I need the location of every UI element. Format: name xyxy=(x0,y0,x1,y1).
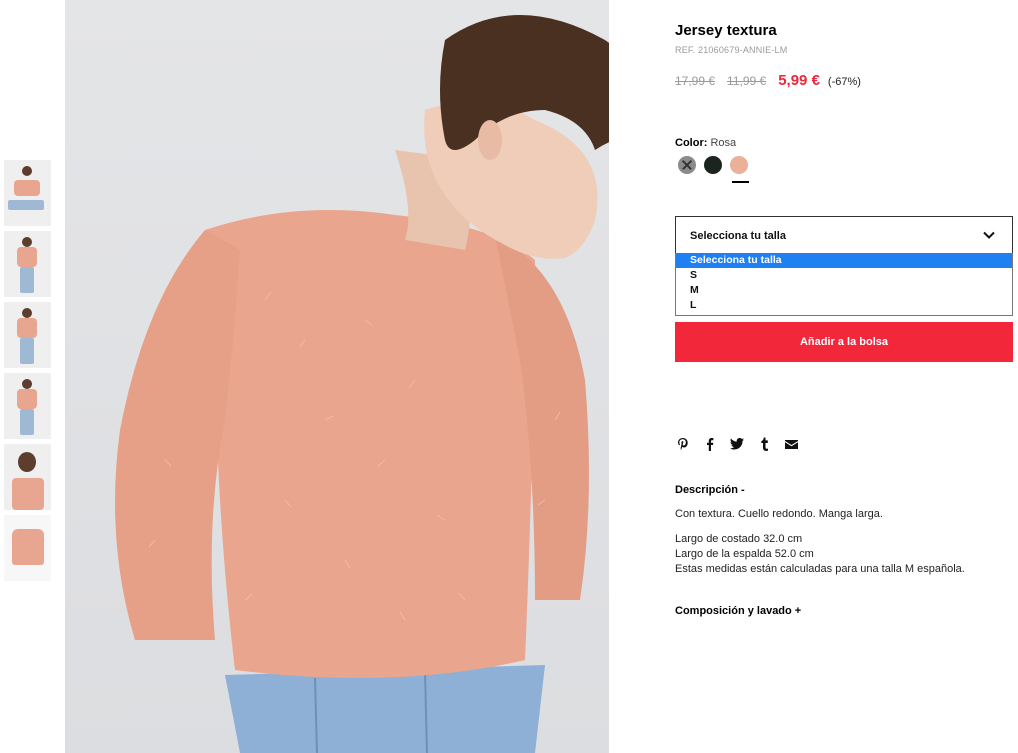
email-icon[interactable] xyxy=(783,436,799,452)
color-label-row: Color: Rosa xyxy=(675,137,736,149)
product-title: Jersey textura xyxy=(675,22,777,39)
color-swatches xyxy=(678,156,756,174)
measurement-note: Estas medidas están calculadas para una … xyxy=(675,563,965,575)
twitter-icon[interactable] xyxy=(729,436,745,452)
swatch-pink[interactable] xyxy=(730,156,748,174)
facebook-icon[interactable] xyxy=(702,436,718,452)
thumbnail-jeans xyxy=(8,200,44,210)
size-option-m[interactable]: M xyxy=(676,283,1012,298)
size-option-s[interactable]: S xyxy=(676,268,1012,283)
thumbnail-5[interactable] xyxy=(4,444,51,510)
measurement-back-length: Largo de la espalda 52.0 cm xyxy=(675,548,814,560)
thumbnail-jeans xyxy=(20,409,34,435)
description-summary: Con textura. Cuello redondo. Manga larga… xyxy=(675,508,883,520)
thumbnail-3[interactable] xyxy=(4,302,51,368)
color-label: Color: xyxy=(675,137,708,149)
tumblr-icon[interactable] xyxy=(756,436,772,452)
thumbnail-sweater xyxy=(12,529,44,565)
measurement-side-length: Largo de costado 32.0 cm xyxy=(675,533,803,545)
size-option[interactable]: Selecciona tu talla xyxy=(676,253,1012,268)
thumbnail-sweater xyxy=(17,247,37,267)
size-option-l[interactable]: L xyxy=(676,298,1012,313)
thumbnail-6[interactable] xyxy=(4,515,51,581)
thumbnail-jeans xyxy=(20,267,34,293)
description-measurements: Largo de costado 32.0 cm Largo de la esp… xyxy=(675,532,965,577)
thumbnail-jeans xyxy=(20,338,34,364)
discount-badge: (-67%) xyxy=(827,76,861,88)
thumbnail-figure xyxy=(22,379,32,389)
main-product-image[interactable] xyxy=(65,0,609,753)
price-previous: 11,99 € xyxy=(727,74,767,88)
composition-heading[interactable]: Composición y lavado + xyxy=(675,605,801,617)
swatch-grey-unavailable[interactable] xyxy=(678,156,696,174)
pinterest-icon[interactable] xyxy=(675,436,691,452)
thumbnail-list xyxy=(4,160,51,586)
price-row: 17,99 € 11,99 € 5,99 € (-67%) xyxy=(675,72,861,89)
thumbnail-2[interactable] xyxy=(4,231,51,297)
product-reference: REF. 21060679-ANNIE-LM xyxy=(675,45,788,55)
description-heading[interactable]: Descripción - xyxy=(675,484,745,496)
thumbnail-figure xyxy=(22,166,32,176)
thumbnail-1[interactable] xyxy=(4,160,51,226)
size-dropdown: Selecciona tu talla S M L xyxy=(675,253,1013,316)
thumbnail-figure xyxy=(18,452,36,472)
swatch-black[interactable] xyxy=(704,156,722,174)
thumbnail-figure xyxy=(22,237,32,247)
thumbnail-figure xyxy=(22,308,32,318)
thumbnail-sweater xyxy=(17,318,37,338)
price-current: 5,99 € xyxy=(778,72,820,89)
share-icons xyxy=(675,436,810,452)
thumbnail-4[interactable] xyxy=(4,373,51,439)
model-illustration xyxy=(115,15,609,753)
color-value: Rosa xyxy=(710,137,737,149)
price-original: 17,99 € xyxy=(675,74,716,88)
thumbnail-sweater xyxy=(14,180,40,196)
thumbnail-sweater xyxy=(17,389,37,409)
chevron-down-icon xyxy=(982,228,996,247)
selected-swatch-indicator xyxy=(732,181,749,183)
size-select-value: Selecciona tu talla xyxy=(690,230,786,242)
thumbnail-sweater xyxy=(12,478,44,510)
add-to-bag-button[interactable]: Añadir a la bolsa xyxy=(675,322,1013,362)
size-select[interactable]: Selecciona tu talla xyxy=(675,216,1013,254)
